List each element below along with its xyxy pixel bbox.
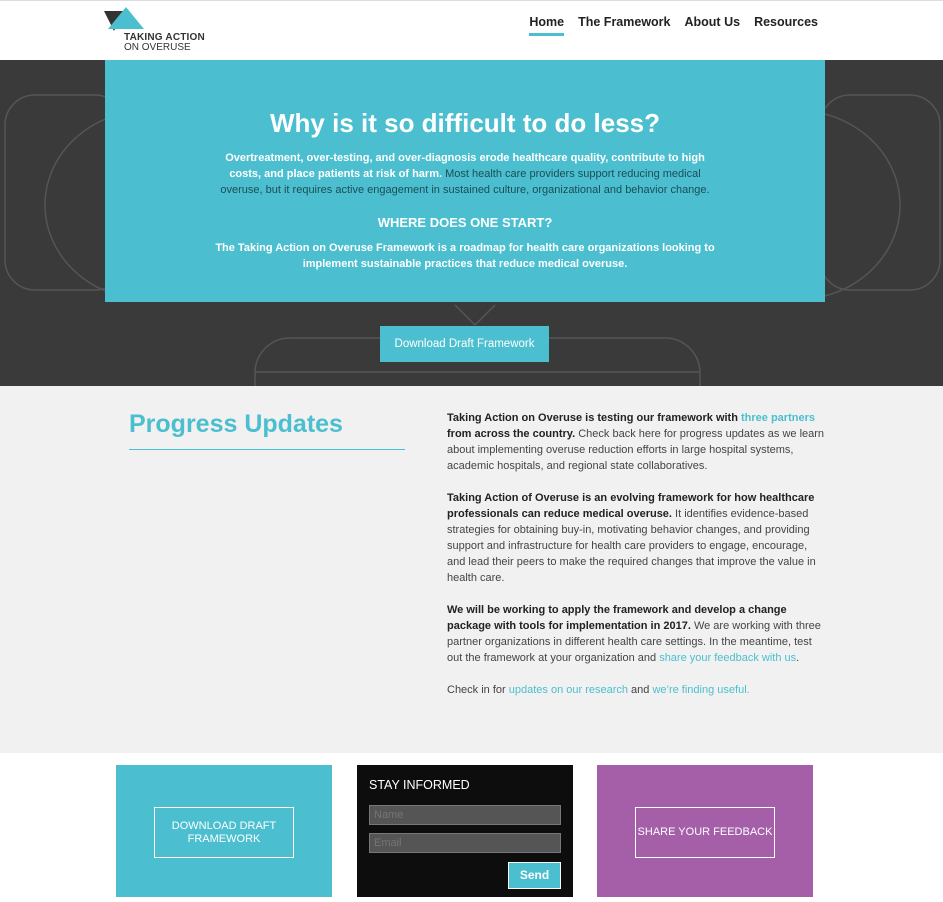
share-feedback-button[interactable]: SHARE YOUR FEEDBACK [635,807,775,858]
hero-title: Why is it so difficult to do less? [269,108,660,138]
hero-subheading: WHERE DOES ONE START? [377,215,553,230]
progress-text: Taking Action on Overuse is testing our … [447,410,827,714]
p1-bold-end: from across the country. [447,428,576,440]
progress-paragraph-3: We will be working to apply the framewor… [447,602,827,666]
nav-resources[interactable]: Resources [754,15,818,36]
download-card: DOWNLOAD DRAFT FRAMEWORK [116,765,332,897]
nav-about-us[interactable]: About Us [685,15,741,36]
p4-mid: and [628,684,653,696]
email-field[interactable] [369,833,561,853]
stay-informed-card: STAY INFORMED Send [357,765,573,897]
logo-triangles-icon [104,7,144,31]
share-feedback-link[interactable]: share your feedback with us [659,652,796,664]
logo[interactable]: TAKING ACTION ON OVERUSE [104,7,214,55]
site-header: TAKING ACTION ON OVERUSE Home The Framew… [0,0,943,60]
download-draft-framework-card-button[interactable]: DOWNLOAD DRAFT FRAMEWORK [154,807,294,858]
hero-framework-paragraph: The Taking Action on Overuse Framework i… [215,242,715,270]
three-partners-link[interactable]: three partners [741,412,815,424]
research-updates-link[interactable]: updates on our research [509,684,628,696]
hero-info-box: Why is it so difficult to do less? Overt… [105,60,825,302]
p4-start: Check in for [447,684,509,696]
p1-bold-start: Taking Action on Overuse is testing our … [447,412,741,424]
progress-title: Progress Updates [129,410,405,450]
nav-home[interactable]: Home [529,15,565,36]
hero-intro-paragraph: Overtreatment, over-testing, and over-di… [215,150,715,198]
nav-the-framework[interactable]: The Framework [578,15,670,36]
logo-text-secondary: ON OVERUSE [124,42,191,53]
progress-paragraph-1: Taking Action on Overuse is testing our … [447,410,827,474]
main-nav: Home The Framework About Us Resources [529,15,818,36]
stay-informed-title: STAY INFORMED [369,778,470,792]
download-draft-framework-button[interactable]: Download Draft Framework [380,326,549,362]
p3-end: . [796,652,800,664]
name-field[interactable] [369,805,561,825]
send-button[interactable]: Send [508,862,561,889]
progress-paragraph-4: Check in for updates on our research and… [447,682,827,698]
progress-section: Progress Updates Taking Action on Overus… [0,386,943,753]
finding-useful-link[interactable]: we’re finding useful. [652,684,749,696]
hero-section: Why is it so difficult to do less? Overt… [0,60,943,386]
progress-paragraph-2: Taking Action of Overuse is an evolving … [447,490,827,586]
feedback-card: SHARE YOUR FEEDBACK [597,765,813,897]
